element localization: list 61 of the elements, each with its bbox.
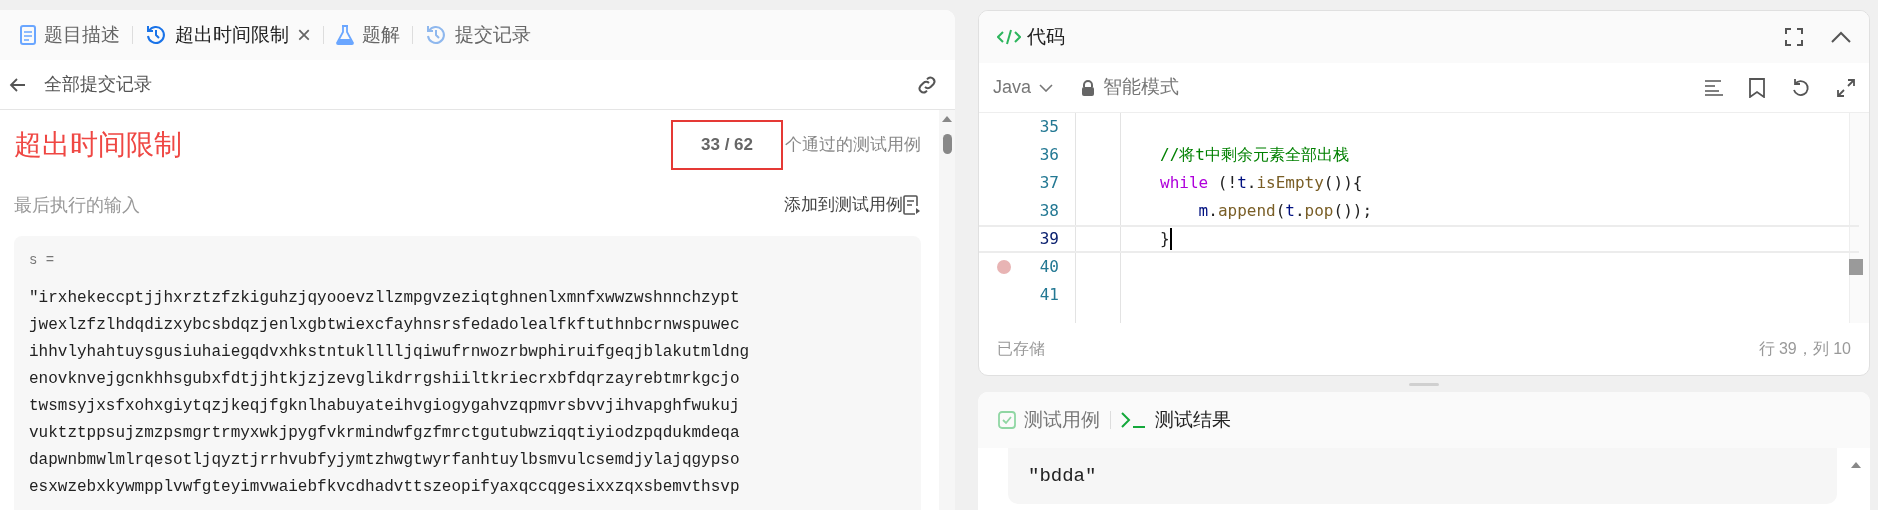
tab[interactable]: 题目描述 <box>20 20 120 50</box>
mode-label[interactable]: 智能模式 <box>1103 73 1180 102</box>
close-icon[interactable]: × <box>297 17 311 53</box>
code-icon <box>997 27 1021 47</box>
terminal-icon <box>1121 411 1147 429</box>
checkbox-icon <box>998 411 1016 429</box>
flask-icon <box>336 25 354 45</box>
code-line: while (!t.isEmpty()){ <box>1159 172 1363 194</box>
passed-label: 个通过的测试用例 <box>785 134 921 157</box>
line-number: 41 <box>1038 284 1059 306</box>
text-cursor <box>1169 228 1172 250</box>
scrollbar[interactable] <box>939 110 955 510</box>
chevron-down-icon <box>1039 83 1054 92</box>
scroll-thumb[interactable] <box>942 134 952 154</box>
reset-icon[interactable] <box>1791 77 1811 98</box>
line-number: 36 <box>1038 144 1059 166</box>
passed-count: 33 / 62 <box>701 134 753 157</box>
output-value: "bdda" <box>1028 463 1097 489</box>
language-dropdown[interactable]: Java <box>993 74 1054 101</box>
add-note-icon <box>903 195 921 215</box>
section-label: 最后执行的输入 <box>14 193 140 217</box>
line-number: 37 <box>1038 172 1059 194</box>
input-text-line: enovknvejgcnkhhsgubxfdtjjhtkjzjzevglikdrrgshiiltkriecrxbfdqrzayrebtmrkgcjo <box>29 369 741 390</box>
history-icon <box>425 24 447 46</box>
tab[interactable]: 超出时间限制 <box>145 20 289 50</box>
back-link[interactable]: 全部提交记录 <box>44 71 152 98</box>
input-text-line: "irxhekeccptjjhxrztzfzkiguhzjqyooevzllzmpgvzeziqtghnenlxmnfxwwzwshnnchzypt <box>29 288 741 309</box>
line-number: 38 <box>1038 200 1059 222</box>
input-text-line: vuktztppsujzmzpsmgrtrmyxwkjpygfvkrmindwfgzfmrctgutubwziqqtiyiodzpqdukmdeqa <box>29 423 741 444</box>
collapse-icon[interactable] <box>1831 31 1851 43</box>
fullscreen-icon[interactable] <box>1785 28 1803 46</box>
history-icon <box>145 24 167 46</box>
save-status: 已存储 <box>997 339 1045 359</box>
scroll-up-icon[interactable] <box>942 116 952 122</box>
variable-name: s = <box>29 251 56 270</box>
tab[interactable]: 测试用例 <box>998 405 1100 435</box>
lock-icon <box>1081 79 1096 96</box>
input-text-line: jwexlzfzlhdqdizxybcsbdqzjenlxgbtwiexcfayhnsrsfedadolealfkftuthnbcrnwspuwec <box>29 315 741 336</box>
tab[interactable]: 测试结果 <box>1121 405 1231 435</box>
expand-icon[interactable] <box>1837 78 1855 97</box>
minimap-marker <box>1849 259 1863 275</box>
input-text-line: esxwzebxkywmpplvwfgteyimvwaiebfkvcdhadvttszeopifyaxqccqgesixxzqxsbemvthsvp <box>29 477 741 498</box>
line-number: 39 <box>1038 228 1059 250</box>
format-icon[interactable] <box>1705 79 1723 96</box>
code-line: //将t中剩余元素全部出栈 <box>1159 144 1349 166</box>
tab[interactable]: 提交记录 <box>425 20 531 50</box>
line-number: 40 <box>1038 256 1059 278</box>
bookmark-icon[interactable] <box>1749 77 1765 98</box>
panel-title: 代码 <box>1027 24 1065 49</box>
code-line: m.append(t.pop()); <box>1197 200 1373 222</box>
code-line: } <box>1159 228 1170 250</box>
document-icon <box>20 25 36 45</box>
input-text-line: dapwnbmwlmlrqesotljqyztjrrhvubfyjymtzhwgtwyrfanhtuylbsmvulcsemdjylajqgypso <box>29 450 741 471</box>
line-number: 35 <box>1038 116 1059 138</box>
cursor-position: 行 39，列 10 <box>1758 339 1851 359</box>
add-test-case-button[interactable]: 添加到测试用例 <box>784 192 921 218</box>
input-text-line: ihhvlyhahtuysgusiuhaiegqdvxhkstntuklllljqiwufrnwozrbwphiruifgeqjblakutmldng <box>29 342 751 363</box>
input-text-line: twsmsyjxsfxohxgiytqzjkeqjfgknlhabuyateihvgiogygahvzqpmvrsbvvjihvapghfwukuj <box>29 396 741 417</box>
tab[interactable]: 题解 <box>336 20 400 50</box>
result-status: 超出时间限制 <box>14 128 182 162</box>
scroll-up-icon[interactable] <box>1851 462 1861 468</box>
